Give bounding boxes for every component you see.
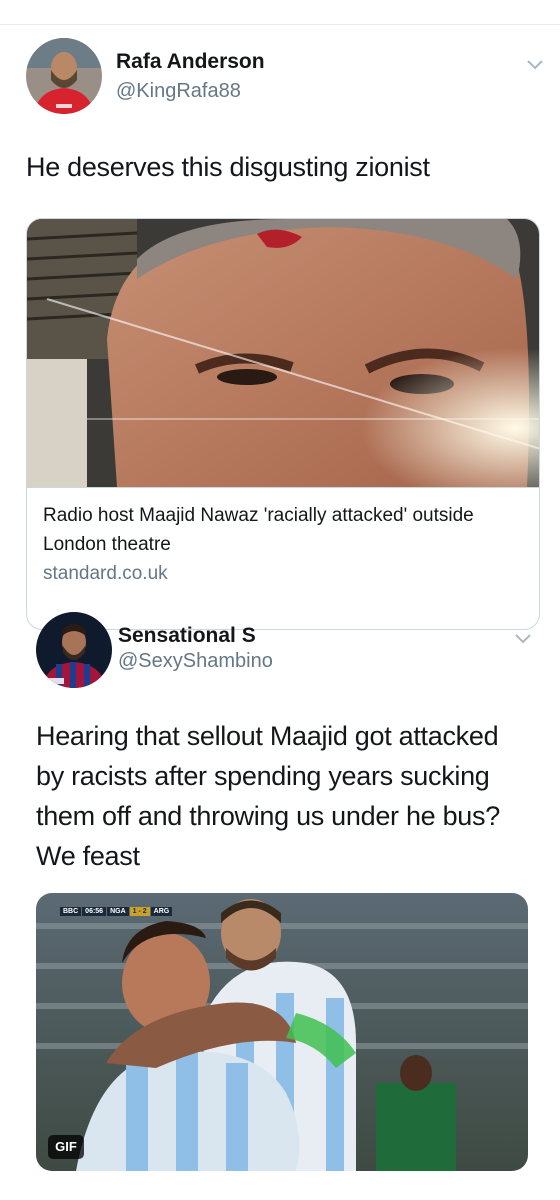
display-name[interactable]: Sensational S — [118, 624, 256, 648]
link-card[interactable]: Radio host Maajid Nawaz 'racially attack… — [26, 218, 540, 630]
tweet-text: Hearing that sellout Maajid got attacked… — [36, 716, 536, 876]
gif-media[interactable]: BBC 06:56 NGA 1 - 2 ARG GIF — [36, 893, 528, 1171]
top-divider — [0, 24, 560, 25]
avatar[interactable] — [26, 38, 102, 114]
scoreboard-score: 1 - 2 — [129, 907, 150, 916]
avatar[interactable] — [36, 612, 112, 688]
user-handle[interactable]: @SexyShambino — [118, 650, 273, 673]
scoreboard-team-away: ARG — [150, 907, 173, 916]
tweet-text: He deserves this disgusting zionist — [26, 152, 430, 182]
scoreboard: BBC 06:56 NGA 1 - 2 ARG — [60, 907, 173, 919]
card-domain: standard.co.uk — [43, 563, 168, 584]
tweet-text-line: We feast — [36, 841, 140, 871]
display-name[interactable]: Rafa Anderson — [116, 50, 265, 74]
user-handle[interactable]: @KingRafa88 — [116, 80, 241, 103]
tweet-text-line: them off and throwing us under he bus? — [36, 801, 500, 831]
chevron-down-icon[interactable] — [513, 632, 533, 646]
chevron-down-icon[interactable] — [525, 58, 545, 72]
card-title[interactable]: Radio host Maajid Nawaz 'racially attack… — [43, 501, 513, 559]
gif-badge: GIF — [48, 1135, 84, 1159]
tweet-text-line: Hearing that sellout Maajid got attacked — [36, 721, 499, 751]
scoreboard-team-home: NGA — [107, 907, 129, 916]
scoreboard-channel: BBC — [60, 907, 82, 916]
card-image — [27, 219, 539, 487]
scoreboard-clock: 06:56 — [82, 907, 107, 916]
card-divider — [27, 487, 539, 488]
tweet-text-line: by racists after spending years sucking — [36, 761, 490, 791]
